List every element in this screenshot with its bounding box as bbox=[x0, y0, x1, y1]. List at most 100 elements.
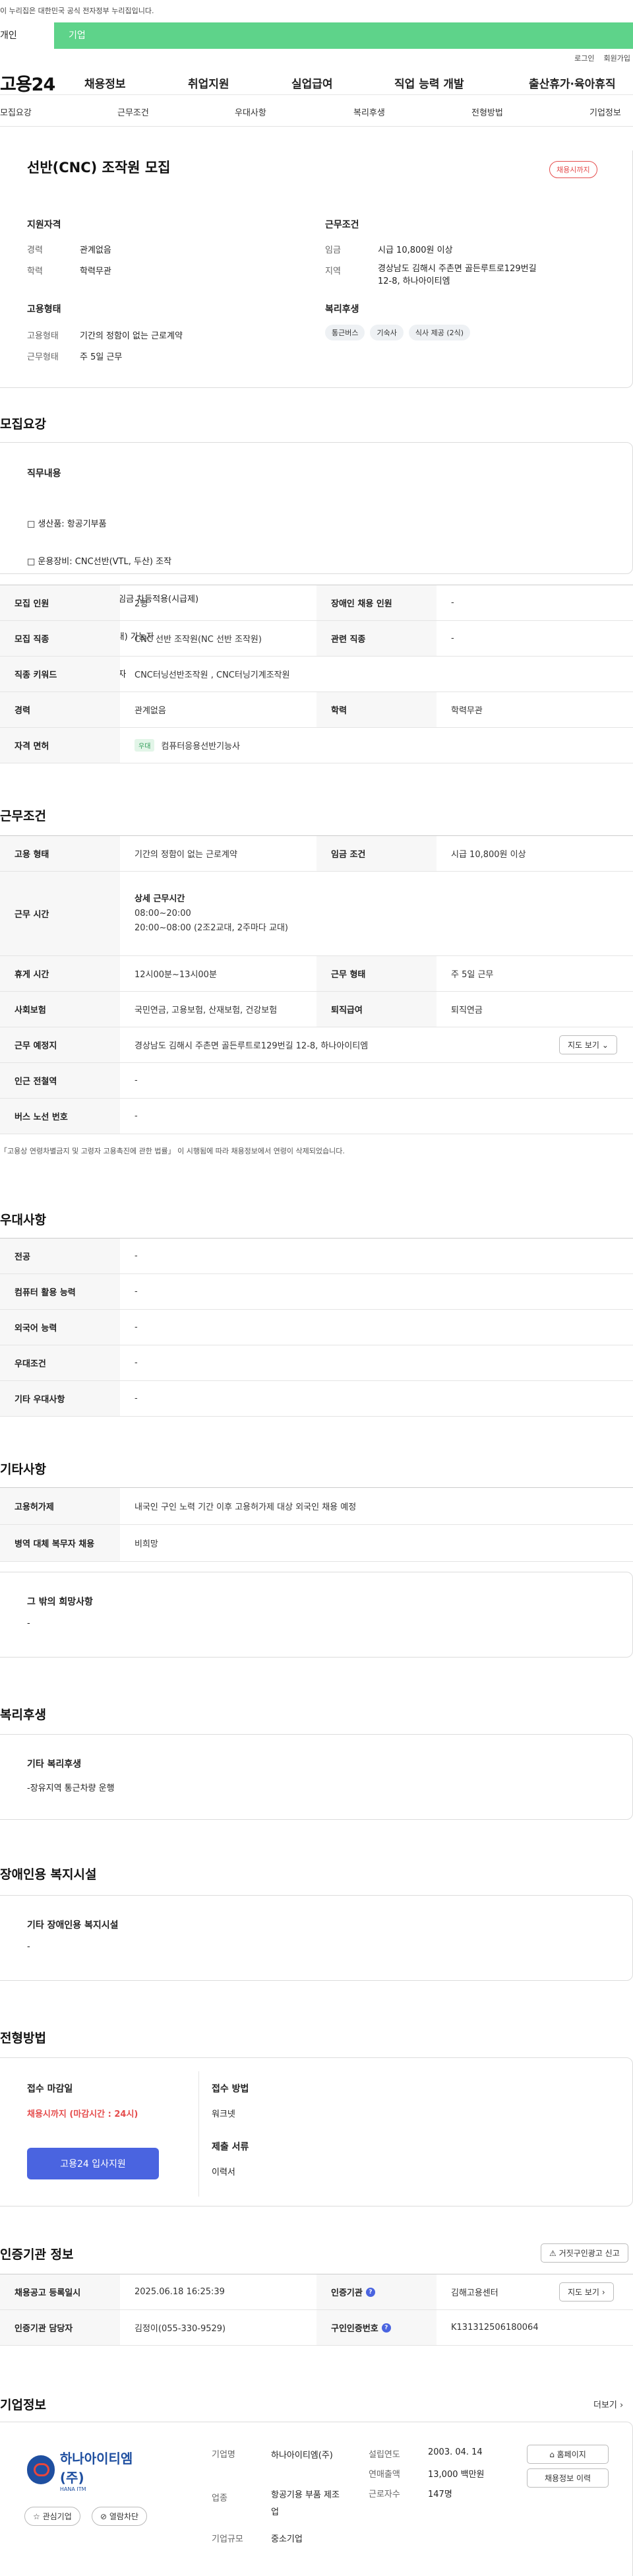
company-name-value: 하나아이티엠(주) bbox=[271, 2451, 333, 2461]
util-links: 로그인 회원가입 bbox=[0, 49, 633, 67]
gnb-item-parental-leave[interactable]: 출산휴가·육아휴직 bbox=[529, 75, 616, 91]
region-value: 경상남도 김해시 주촌면 골든루트로129번길 12-8, 하나아이티엠 bbox=[378, 264, 537, 286]
benefit-card: 기타 복리후생 -장유지역 통근차량 운행 bbox=[0, 1734, 633, 1820]
gnb-item-vocational-training[interactable]: 직업 능력 개발 bbox=[394, 75, 464, 91]
table-row: 병역 대체 복무자 채용 비희망 bbox=[0, 1525, 633, 1562]
block-view-button[interactable]: ⊘ 열람차단 bbox=[92, 2507, 148, 2526]
anchor-recruit[interactable]: 모집요강 bbox=[0, 106, 32, 118]
anchor-benefit[interactable]: 복리후생 bbox=[353, 106, 385, 118]
sales-value: 13,000 백만원 bbox=[428, 2470, 485, 2480]
work-table: 고용 형태 기간의 정함이 없는 근로계약 임금 조건 시급 10,800원 이… bbox=[0, 835, 633, 1134]
gnb-item-employment-support[interactable]: 취업지원 bbox=[188, 75, 229, 91]
condition-heading: 근무조건 bbox=[325, 220, 359, 230]
gnb-item-unemployment-benefit[interactable]: 실업급여 bbox=[291, 75, 333, 91]
tab-individual[interactable]: 개인 bbox=[0, 22, 54, 49]
work-form-value: 주 5일 근무 bbox=[80, 352, 123, 362]
table-row: 채용공고 등록일시 2025.06.18 16:25:39 인증기관? 김해고용… bbox=[0, 2274, 633, 2310]
table-row: 모집 인원 2명 장애인 채용 인원 - bbox=[0, 585, 633, 621]
table-row: 자격 면허 우대 컴퓨터응용선반기능사 bbox=[0, 728, 633, 763]
etc-section-title: 기타사항 bbox=[0, 1462, 46, 1477]
table-row: 외국어 능력 - bbox=[0, 1310, 633, 1345]
job-title: 선반(CNC) 조작원 모집 bbox=[27, 160, 171, 176]
table-row: 사회보험 국민연금, 고용보험, 산재보험, 건강보험 퇴직급여 퇴직연금 bbox=[0, 992, 633, 1027]
favorite-company-button[interactable]: ☆ 관심기업 bbox=[24, 2507, 80, 2526]
tab-company[interactable]: 기업 bbox=[54, 22, 633, 49]
info-icon[interactable]: ? bbox=[381, 2323, 391, 2333]
info-icon[interactable]: ? bbox=[365, 2287, 375, 2297]
employee-count-value: 147명 bbox=[428, 2490, 452, 2499]
education-value: 학력무관 bbox=[80, 267, 111, 276]
warning-icon: ⚠ bbox=[549, 2249, 557, 2258]
work-section-title: 근무조건 bbox=[0, 809, 46, 823]
company-logo: 하나아이티엠(주) HANA ITM bbox=[27, 2450, 152, 2492]
recruit-table: 모집 인원 2명 장애인 채용 인원 - 모집 직종 CNC 선반 조작원(NC… bbox=[0, 585, 633, 763]
table-row: 버스 노선 번호 - bbox=[0, 1099, 633, 1134]
anchor-process[interactable]: 전형방법 bbox=[471, 106, 503, 118]
anchor-work[interactable]: 근무조건 bbox=[117, 106, 149, 118]
chevron-right-icon: › bbox=[601, 2288, 605, 2297]
site-logo[interactable]: 고용24 bbox=[0, 70, 79, 96]
gnb-item-jobs[interactable]: 채용정보 bbox=[84, 75, 126, 91]
benefit-section-title: 복리후생 bbox=[0, 1708, 46, 1722]
job-history-button[interactable]: 채용정보 이력 bbox=[527, 2468, 609, 2488]
welfare-chip: 기숙사 bbox=[370, 325, 404, 340]
disabled-card: 기타 장애인용 복지시설 - bbox=[0, 1895, 633, 1981]
anchor-company[interactable]: 기업정보 bbox=[589, 106, 621, 118]
homepage-button[interactable]: ⌂ 홈페이지 bbox=[527, 2445, 609, 2464]
table-row: 기타 우대사항 - bbox=[0, 1381, 633, 1417]
agency-map-button[interactable]: 지도 보기 › bbox=[559, 2282, 614, 2302]
company-logo-mark-icon bbox=[27, 2455, 55, 2484]
company-more-link[interactable]: 더보기 › bbox=[593, 2398, 623, 2410]
employment-type-value: 기간의 정함이 없는 근로계약 bbox=[80, 331, 183, 341]
table-row: 전공 - bbox=[0, 1239, 633, 1274]
table-row: 인근 전철역 - bbox=[0, 1063, 633, 1099]
table-row: 근무 예정지 경상남도 김해시 주촌면 골든루트로129번길 12-8, 하나아… bbox=[0, 1027, 633, 1063]
chevron-down-icon: ⌄ bbox=[601, 1041, 609, 1050]
map-view-button[interactable]: 지도 보기 ⌄ bbox=[559, 1035, 617, 1054]
preferred-tag: 우대 bbox=[135, 739, 155, 752]
disabled-section-title: 장애인용 복지시설 bbox=[0, 1867, 97, 1882]
preference-table: 전공 - 컴퓨터 활용 능력 - 외국어 능력 - 우대조건 - 기타 우대사항 - bbox=[0, 1238, 633, 1417]
welfare-chips: 통근버스 기숙사 식사 제공 (2식) bbox=[325, 325, 475, 340]
table-row: 고용 형태 기간의 정함이 없는 근로계약 임금 조건 시급 10,800원 이… bbox=[0, 836, 633, 872]
company-size-value: 중소기업 bbox=[271, 2534, 303, 2544]
career-value: 관계없음 bbox=[80, 245, 111, 255]
deadline-badge: 채용시까지 bbox=[549, 161, 597, 178]
chevron-right-icon: › bbox=[620, 2400, 624, 2410]
table-row: 근무 시간 상세 근무시간 08:00~20:00 20:00~08:00 (2… bbox=[0, 872, 633, 956]
report-fake-ad-button[interactable]: ⚠ 거짓구인광고 신고 bbox=[541, 2243, 628, 2263]
block-icon: ⊘ bbox=[100, 2512, 107, 2521]
company-card: 하나아이티엠(주) HANA ITM ☆ 관심기업 ⊘ 열람차단 기업명 하나아… bbox=[0, 2422, 633, 2576]
anchor-preference[interactable]: 우대사항 bbox=[235, 106, 266, 118]
table-row: 경력 관계없음 학력 학력무관 bbox=[0, 692, 633, 728]
portal-tabs: 개인 기업 bbox=[0, 22, 633, 49]
signup-link[interactable]: 회원가입 bbox=[604, 53, 630, 63]
recruit-section-title: 모집요강 bbox=[0, 417, 46, 432]
deadline-value: 채용시까지 (마감시간 : 24시) bbox=[27, 2109, 138, 2119]
industry-value: 항공기용 부품 제조업 bbox=[271, 2490, 340, 2517]
star-icon: ☆ bbox=[33, 2512, 40, 2521]
login-link[interactable]: 로그인 bbox=[574, 53, 594, 63]
established-value: 2003. 04. 14 bbox=[428, 2447, 483, 2457]
employment-type-heading: 고용형태 bbox=[27, 304, 61, 315]
table-row: 모집 직종 CNC 선반 조작원(NC 선반 조작원) 관련 직종 - bbox=[0, 621, 633, 657]
preference-section-title: 우대사항 bbox=[0, 1213, 46, 1227]
table-row: 고용허가제 내국인 구인 노력 기간 이후 고용허가제 대상 외국인 채용 예정 bbox=[0, 1488, 633, 1525]
duty-heading: 직무내용 bbox=[27, 468, 61, 479]
table-row: 컴퓨터 활용 능력 - bbox=[0, 1274, 633, 1310]
home-icon: ⌂ bbox=[549, 2450, 555, 2459]
global-nav: 고용24 채용정보 취업지원 실업급여 직업 능력 개발 출산휴가·육아휴직 bbox=[0, 67, 633, 95]
table-row: 직종 키워드 CNC터닝선반조작원 , CNC터닝기계조작원 bbox=[0, 657, 633, 692]
qualification-heading: 지원자격 bbox=[27, 220, 61, 230]
process-card: 접수 마감일 채용시까지 (마감시간 : 24시) 고용24 입사지원 접수 방… bbox=[0, 2057, 633, 2206]
apply-button[interactable]: 고용24 입사지원 bbox=[27, 2148, 159, 2179]
divider bbox=[198, 2071, 199, 2197]
company-section-title: 기업정보 bbox=[0, 2398, 46, 2412]
age-notice: 「고용상 연령차별금지 및 고령자 고용촉진에 관한 법률」 이 시행됨에 따라… bbox=[0, 1147, 345, 1155]
etc-table: 고용허가제 내국인 구인 노력 기간 이후 고용허가제 대상 외국인 채용 예정 … bbox=[0, 1487, 633, 1562]
table-row: 인증기관 담당자 김정이(055-330-9529) 구인인증번호? K1313… bbox=[0, 2310, 633, 2346]
cert-section-title: 인증기관 정보 bbox=[0, 2247, 74, 2262]
gov-banner: 이 누리집은 대한민국 공식 전자정부 누리집입니다. bbox=[0, 0, 633, 22]
other-wish-card: 그 밖의 희망사항 - bbox=[0, 1572, 633, 1658]
wage-value: 시급 10,800원 이상 bbox=[378, 245, 453, 255]
